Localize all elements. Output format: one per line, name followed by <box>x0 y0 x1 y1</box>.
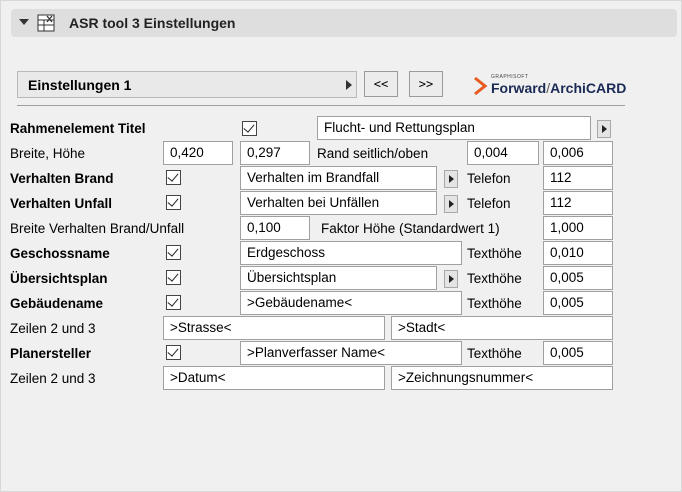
uebersicht-field[interactable]: Übersichtsplan <box>240 266 437 290</box>
uebersicht-texthoehe-label: Texthöhe <box>467 271 522 286</box>
gebaeude-texthoehe-field[interactable]: 0,005 <box>543 291 613 315</box>
next-preset-button[interactable]: >> <box>409 71 443 97</box>
divider <box>17 105 625 106</box>
faktor-field[interactable]: 1,000 <box>543 216 613 240</box>
planer-texthoehe-field[interactable]: 0,005 <box>543 341 613 365</box>
planer-label: Planersteller <box>10 346 92 361</box>
gebaeude-checkbox[interactable] <box>166 295 181 310</box>
geschoss-label: Geschossname <box>10 246 110 261</box>
brand-telefon-label: Telefon <box>467 171 511 186</box>
geschoss-texthoehe-label: Texthöhe <box>467 246 522 261</box>
uebersicht-label: Übersichtsplan <box>10 271 108 286</box>
forward-arrow-icon <box>474 76 488 96</box>
breite-verhalten-label: Breite Verhalten Brand/Unfall <box>10 221 185 236</box>
unfall-field[interactable]: Verhalten bei Unfällen <box>240 191 437 215</box>
rahmen-label: Rahmenelement Titel <box>10 121 146 136</box>
brand-label: Verhalten Brand <box>10 171 114 186</box>
panel-header[interactable]: ASR tool 3 Einstellungen <box>11 9 677 37</box>
uebersicht-texthoehe-field[interactable]: 0,005 <box>543 266 613 290</box>
planer-field[interactable]: >Planverfasser Name< <box>240 341 462 365</box>
unfall-label: Verhalten Unfall <box>10 196 113 211</box>
breite-label: Breite, Höhe <box>10 146 86 161</box>
geschoss-checkbox[interactable] <box>166 245 181 260</box>
rand-label: Rand seitlich/oben <box>317 146 429 161</box>
uebersicht-dropdown-icon[interactable] <box>444 270 458 288</box>
brand-dropdown-icon[interactable] <box>444 170 458 188</box>
triangle-right-icon <box>346 80 352 90</box>
brand-checkbox[interactable] <box>166 170 181 185</box>
brand-telefon-field[interactable]: 112 <box>543 166 613 190</box>
zeilen1-label: Zeilen 2 und 3 <box>10 321 96 336</box>
rahmen-checkbox[interactable] <box>242 121 257 136</box>
unfall-dropdown-icon[interactable] <box>444 195 458 213</box>
unfall-checkbox[interactable] <box>166 195 181 210</box>
rand-top-field[interactable]: 0,006 <box>543 141 613 165</box>
faktor-label: Faktor Höhe (Standardwert 1) <box>321 221 500 236</box>
rahmen-dropdown-icon[interactable] <box>597 120 611 138</box>
breite-verhalten-field[interactable]: 0,100 <box>240 216 310 240</box>
unfall-telefon-label: Telefon <box>467 196 511 211</box>
rahmen-field[interactable]: Flucht- und Rettungsplan <box>317 116 591 140</box>
breite-field[interactable]: 0,420 <box>163 141 233 165</box>
unfall-telefon-field[interactable]: 112 <box>543 191 613 215</box>
geschoss-texthoehe-field[interactable]: 0,010 <box>543 241 613 265</box>
gebaeude-label: Gebäudename <box>10 296 104 311</box>
zeilen2-line3-field[interactable]: >Zeichnungsnummer< <box>391 366 613 390</box>
brand-field[interactable]: Verhalten im Brandfall <box>240 166 437 190</box>
panel-title: ASR tool 3 Einstellungen <box>69 15 236 31</box>
hoehe-field[interactable]: 0,297 <box>240 141 310 165</box>
gebaeude-field[interactable]: >Gebäudename< <box>240 291 462 315</box>
geschoss-field[interactable]: Erdgeschoss <box>240 241 462 265</box>
gebaeude-texthoehe-label: Texthöhe <box>467 296 522 311</box>
settings-panel: ASR tool 3 Einstellungen Einstellungen 1… <box>0 0 682 492</box>
logo-main-text: Forward/ArchiCARD <box>491 80 627 96</box>
settings-table-icon <box>37 14 55 32</box>
planer-texthoehe-label: Texthöhe <box>467 346 522 361</box>
zeilen1-line2-field[interactable]: >Strasse< <box>163 316 385 340</box>
zeilen2-label: Zeilen 2 und 3 <box>10 371 96 386</box>
zeilen1-line3-field[interactable]: >Stadt< <box>391 316 613 340</box>
collapse-triangle-icon[interactable] <box>19 19 29 25</box>
preset-dropdown[interactable]: Einstellungen 1 <box>17 71 357 98</box>
planer-checkbox[interactable] <box>166 345 181 360</box>
rand-side-field[interactable]: 0,004 <box>467 141 539 165</box>
preset-label: Einstellungen 1 <box>28 77 132 93</box>
prev-preset-button[interactable]: << <box>364 71 398 97</box>
uebersicht-checkbox[interactable] <box>166 270 181 285</box>
graphisoft-logo: GRAPHISOFT Forward/ArchiCARD <box>471 71 631 99</box>
zeilen2-line2-field[interactable]: >Datum< <box>163 366 385 390</box>
